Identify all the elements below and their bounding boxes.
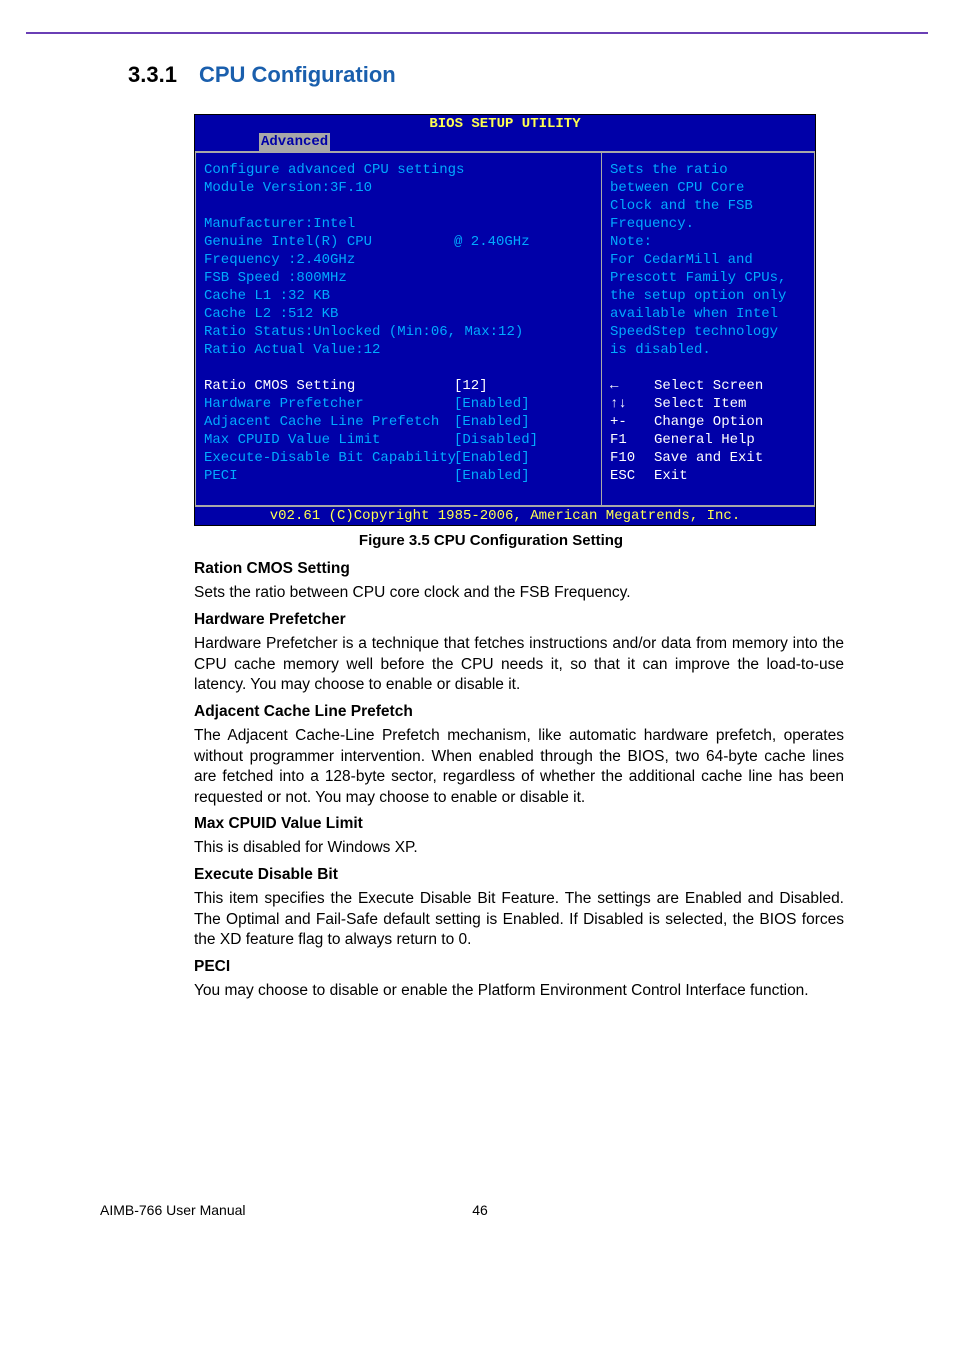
help-line: is disabled. [610, 341, 806, 359]
key-text: Change Option [654, 413, 763, 431]
key-legend: ←Select Screen ↑↓Select Item +-Change Op… [610, 377, 806, 485]
info-line: FSB Speed :800MHz [204, 269, 593, 287]
help-line: Prescott Family CPUs, [610, 269, 806, 287]
key-text: Select Item [654, 395, 746, 413]
help-line: SpeedStep technology [610, 323, 806, 341]
section-title: CPU Configuration [199, 62, 396, 87]
body-heading: Ration CMOS Setting [194, 559, 844, 579]
help-line: available when Intel [610, 305, 806, 323]
info-line: Ratio Actual Value:12 [204, 341, 593, 359]
info-line: Frequency :2.40GHz [204, 251, 593, 269]
setting-value[interactable]: [Disabled] [454, 431, 538, 449]
setting-label[interactable]: Hardware Prefetcher [204, 395, 454, 413]
body-heading: Hardware Prefetcher [194, 610, 844, 630]
help-text: Sets the ratio between CPU Core Clock an… [610, 161, 806, 359]
info-line: @ 2.40GHz [454, 233, 530, 251]
key-text: Select Screen [654, 377, 763, 395]
help-line: between CPU Core [610, 179, 806, 197]
key: ESC [610, 467, 654, 485]
info-line: Cache L1 :32 KB [204, 287, 593, 305]
info-line: Manufacturer:Intel [204, 215, 593, 233]
left-header1: Configure advanced CPU settings [204, 161, 593, 179]
figure-caption: Figure 3.5 CPU Configuration Setting [128, 532, 854, 549]
key: ↑↓ [610, 395, 654, 413]
top-rule [26, 32, 928, 34]
body-heading: Max CPUID Value Limit [194, 814, 844, 834]
footer-manual-name: AIMB-766 User Manual [100, 1202, 460, 1218]
key-text: General Help [654, 431, 755, 449]
key: +- [610, 413, 654, 431]
key-text: Exit [654, 467, 688, 485]
body-heading: PECI [194, 957, 844, 977]
body-para: This item specifies the Execute Disable … [194, 889, 844, 950]
tab-advanced[interactable]: Advanced [259, 133, 330, 151]
body-para: Hardware Prefetcher is a technique that … [194, 634, 844, 695]
bios-title: BIOS SETUP UTILITY [195, 115, 815, 133]
body-heading: Execute Disable Bit [194, 865, 844, 885]
setting-label[interactable]: Adjacent Cache Line Prefetch [204, 413, 454, 431]
page-footer: AIMB-766 User Manual 46 [100, 1202, 854, 1218]
help-line: Frequency. [610, 215, 806, 233]
key-text: Save and Exit [654, 449, 763, 467]
setting-label[interactable]: Ratio CMOS Setting [204, 377, 454, 395]
help-line: Clock and the FSB [610, 197, 806, 215]
key: F1 [610, 431, 654, 449]
footer-page-number: 46 [460, 1202, 500, 1218]
info-line: Genuine Intel(R) CPU [204, 233, 454, 251]
bios-copyright: v02.61 (C)Copyright 1985-2006, American … [195, 507, 815, 525]
body-heading: Adjacent Cache Line Prefetch [194, 702, 844, 722]
body-text: Ration CMOS Setting Sets the ratio betwe… [194, 559, 844, 1002]
setting-label[interactable]: PECI [204, 467, 454, 485]
setting-value[interactable]: [Enabled] [454, 467, 530, 485]
info-line: Ratio Status:Unlocked (Min:06, Max:12) [204, 323, 593, 341]
help-line: For CedarMill and [610, 251, 806, 269]
bios-left-panel: Configure advanced CPU settings Module V… [195, 152, 601, 506]
section-heading: 3.3.1 CPU Configuration [128, 62, 854, 88]
setting-value[interactable]: [Enabled] [454, 395, 530, 413]
bios-right-panel: Sets the ratio between CPU Core Clock an… [601, 152, 815, 506]
setting-value[interactable]: [12] [454, 377, 488, 395]
body-para: Sets the ratio between CPU core clock an… [194, 583, 844, 603]
setting-label[interactable]: Max CPUID Value Limit [204, 431, 454, 449]
bios-screenshot: BIOS SETUP UTILITY Advanced Configure ad… [194, 114, 816, 526]
help-line: Sets the ratio [610, 161, 806, 179]
setting-label[interactable]: Execute-Disable Bit Capability [204, 449, 454, 467]
body-para: This is disabled for Windows XP. [194, 838, 844, 858]
body-para: You may choose to disable or enable the … [194, 981, 844, 1001]
info-line: Cache L2 :512 KB [204, 305, 593, 323]
setting-value[interactable]: [Enabled] [454, 449, 530, 467]
left-header2: Module Version:3F.10 [204, 179, 593, 197]
help-line: the setup option only [610, 287, 806, 305]
section-number: 3.3.1 [128, 62, 177, 87]
bios-tabbar: Advanced [195, 133, 815, 151]
help-line: Note: [610, 233, 806, 251]
key: F10 [610, 449, 654, 467]
key: ← [610, 377, 654, 395]
setting-value[interactable]: [Enabled] [454, 413, 530, 431]
body-para: The Adjacent Cache-Line Prefetch mechani… [194, 726, 844, 808]
